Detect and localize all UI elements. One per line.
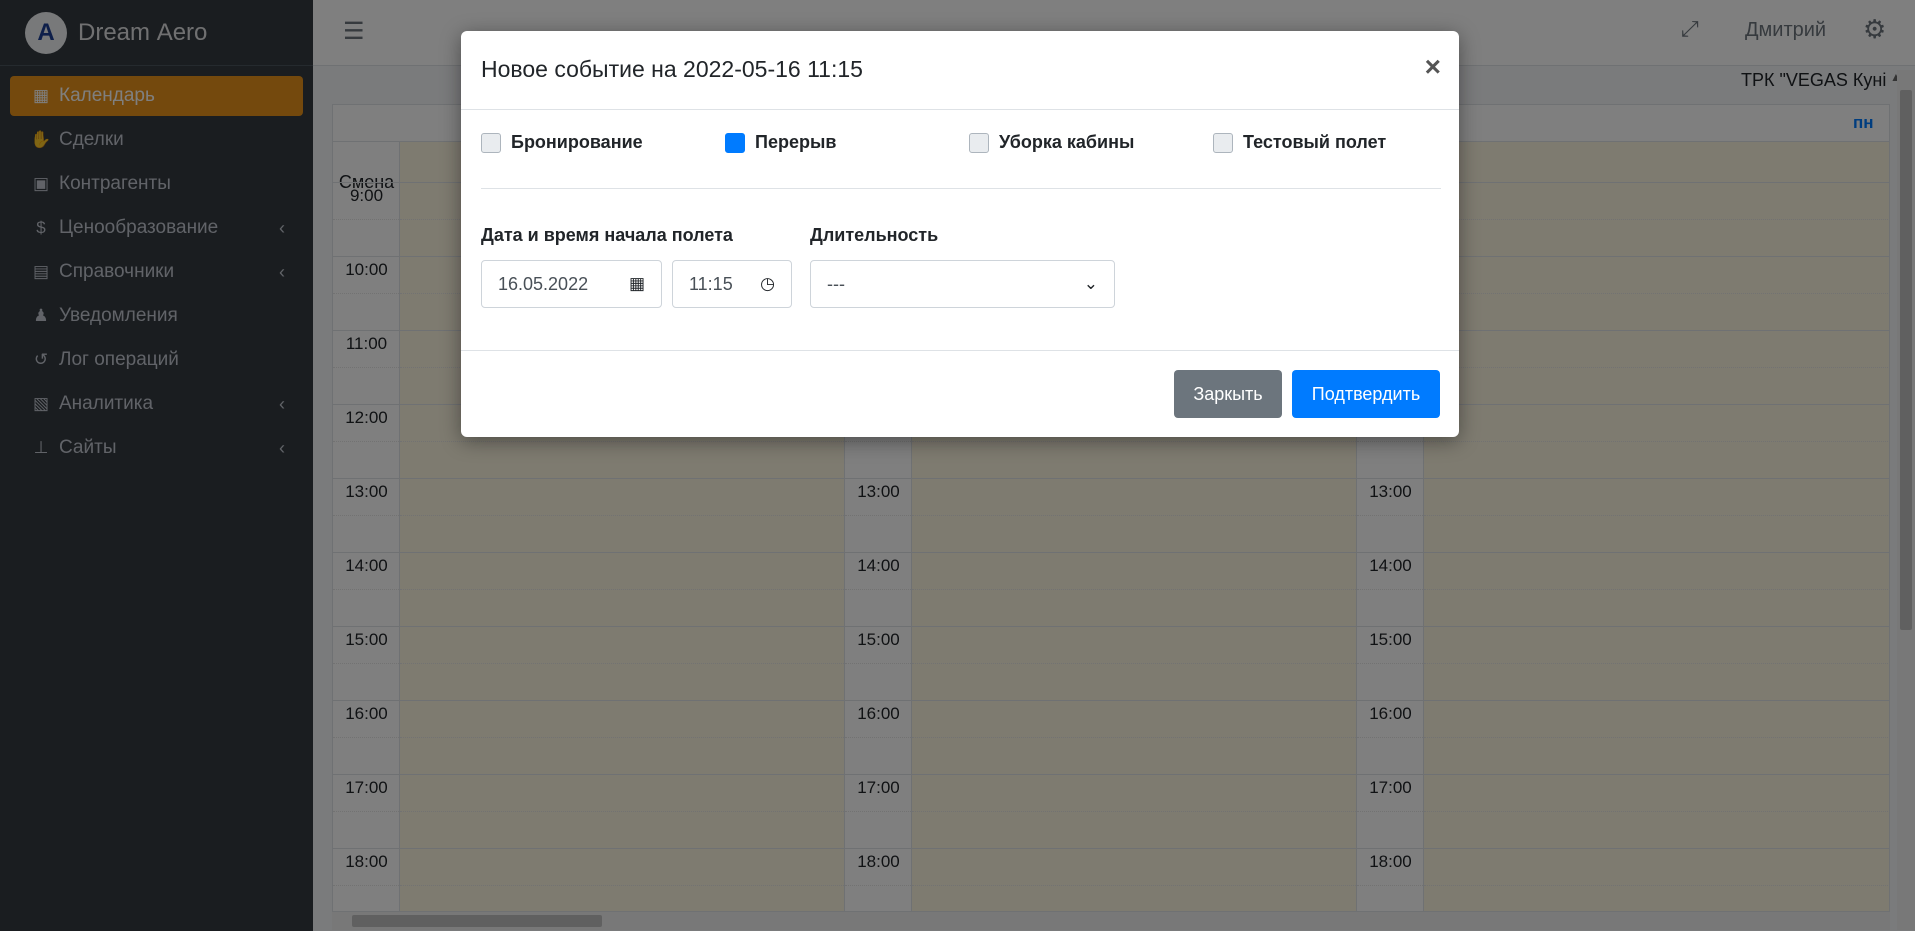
event-type-option[interactable]: Тестовый полет [1213, 132, 1386, 153]
new-event-modal: Новое событие на 2022-05-16 11:15 × Брон… [461, 31, 1459, 437]
divider [481, 188, 1441, 189]
close-icon[interactable]: × [1425, 51, 1441, 83]
duration-select[interactable]: --- ⌄ [810, 260, 1115, 308]
checkbox-label[interactable]: Бронирование [511, 132, 643, 153]
date-input[interactable]: 16.05.2022 ▦ [481, 260, 662, 308]
clock-icon[interactable]: ◷ [760, 274, 775, 294]
duration-value: --- [827, 273, 845, 294]
modal-header: Новое событие на 2022-05-16 11:15 × [461, 31, 1459, 110]
modal-footer: Заркыть Подтвердить [461, 350, 1459, 437]
chevron-down-icon: ⌄ [1083, 274, 1098, 293]
checkbox-label[interactable]: Перерыв [755, 132, 836, 153]
event-type-option[interactable]: Бронирование [481, 132, 643, 153]
event-type-option[interactable]: Уборка кабины [969, 132, 1134, 153]
event-type-option[interactable]: Перерыв [725, 132, 836, 153]
calendar-icon[interactable]: ▦ [629, 274, 645, 294]
event-type-checkboxes: Бронирование Перерыв Уборка кабины Тестовый… [481, 132, 1441, 162]
confirm-button[interactable]: Подтвердить [1292, 370, 1440, 418]
close-button[interactable]: Заркыть [1174, 370, 1282, 418]
date-value: 16.05.2022 [498, 273, 589, 294]
checkbox[interactable] [481, 132, 501, 153]
modal-body: Бронирование Перерыв Уборка кабины Тестовый… [461, 110, 1459, 350]
modal-title: Новое событие на 2022-05-16 11:15 [481, 56, 863, 82]
checkbox[interactable] [1213, 132, 1233, 153]
checkbox[interactable] [969, 132, 989, 153]
time-value: 11:15 [689, 273, 733, 294]
time-input[interactable]: 11:15 ◷ [672, 260, 792, 308]
checkbox-label[interactable]: Тестовый полет [1243, 132, 1386, 153]
duration-label: Длительность [810, 225, 939, 245]
start-datetime-label: Дата и время начала полета [481, 225, 733, 245]
checkbox-label[interactable]: Уборка кабины [999, 132, 1134, 153]
checkbox[interactable] [725, 132, 745, 153]
